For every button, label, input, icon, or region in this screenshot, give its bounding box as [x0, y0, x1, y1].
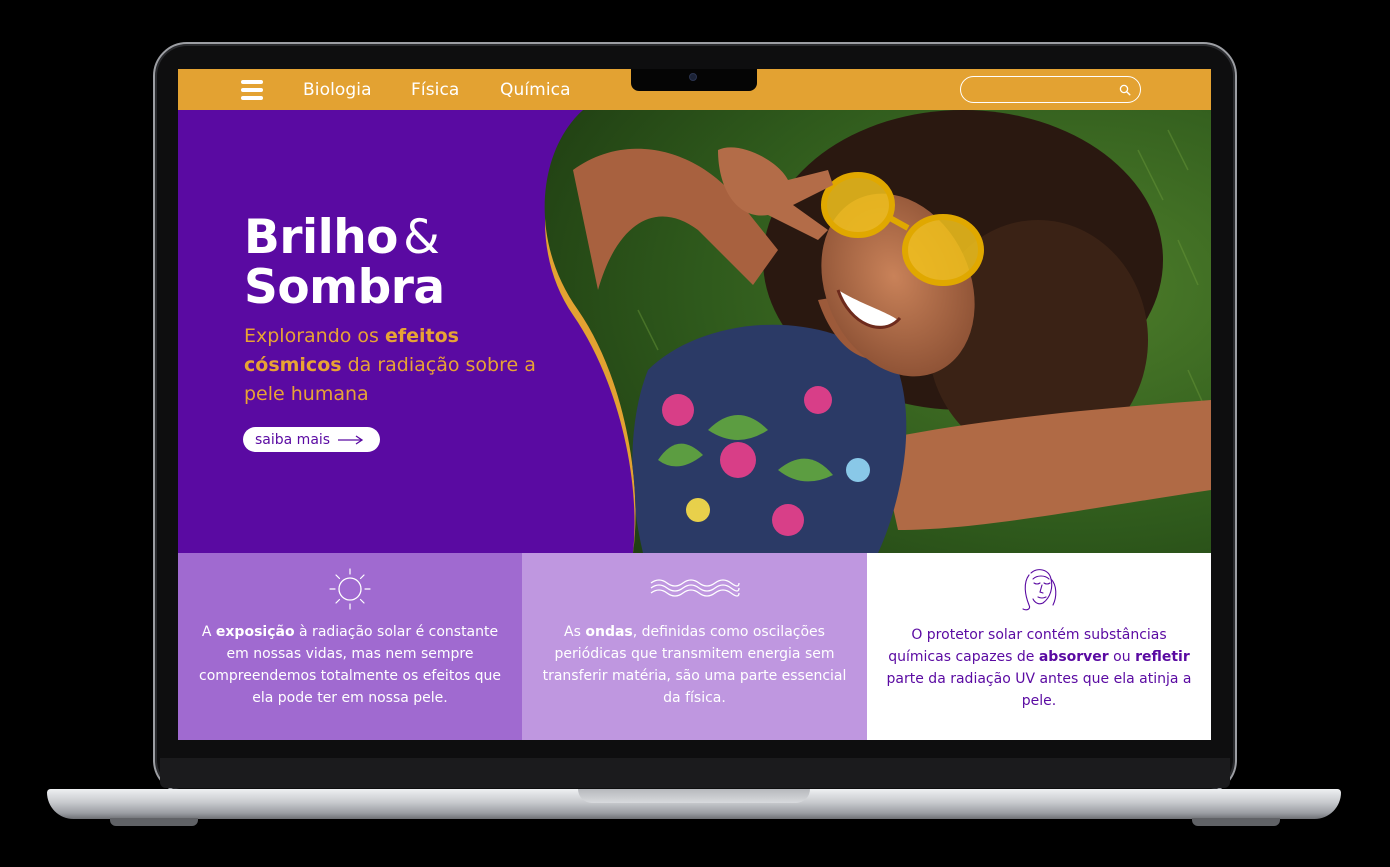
info-cards: A exposição à radiação solar é constante…: [178, 553, 1211, 740]
hero-title-ampersand: &: [403, 210, 440, 265]
arrow-right-icon: [338, 434, 364, 445]
laptop-chin: [160, 758, 1230, 788]
laptop-foot-right: [1192, 818, 1280, 826]
nav-link-quimica[interactable]: Química: [500, 80, 571, 100]
hero-title: Brilho & Sombra: [244, 214, 445, 315]
laptop-opening-groove: [578, 789, 810, 803]
card-exposicao-text: A exposição à radiação solar é constante…: [199, 624, 501, 706]
nav-link-biologia[interactable]: Biologia: [303, 80, 372, 100]
search-input[interactable]: [971, 81, 1111, 99]
face-icon: [1022, 569, 1057, 611]
hero-title-line1: Brilho: [244, 210, 398, 265]
laptop-foot-left: [110, 818, 198, 826]
card-ondas: As ondas, definidas como oscilações peri…: [522, 553, 867, 740]
camera-notch: [631, 69, 757, 91]
website-screen: Biologia Física Química Brilho & Sombra …: [178, 69, 1211, 740]
waves-icon: [650, 579, 740, 597]
nav-link-fisica[interactable]: Física: [411, 80, 459, 100]
hamburger-menu-icon[interactable]: [241, 80, 263, 100]
search-box[interactable]: [960, 76, 1141, 103]
card-ondas-text: As ondas, definidas como oscilações peri…: [542, 624, 847, 706]
hero-section: Brilho & Sombra Explorando os efeitos có…: [178, 110, 1211, 553]
saiba-mais-button[interactable]: saiba mais: [243, 427, 380, 452]
hero-subtitle: Explorando os efeitos cósmicos da radiaç…: [244, 325, 536, 405]
search-icon[interactable]: [1119, 84, 1131, 96]
card-protetor-text: O protetor solar contém substâncias quím…: [886, 627, 1192, 709]
cta-label: saiba mais: [255, 431, 331, 448]
card-protetor: O protetor solar contém substâncias quím…: [867, 553, 1211, 740]
hero-title-line2: Sombra: [244, 260, 445, 315]
card-exposicao: A exposição à radiação solar é constante…: [178, 553, 522, 740]
webcam-icon: [689, 73, 697, 81]
sun-icon: [329, 568, 371, 610]
